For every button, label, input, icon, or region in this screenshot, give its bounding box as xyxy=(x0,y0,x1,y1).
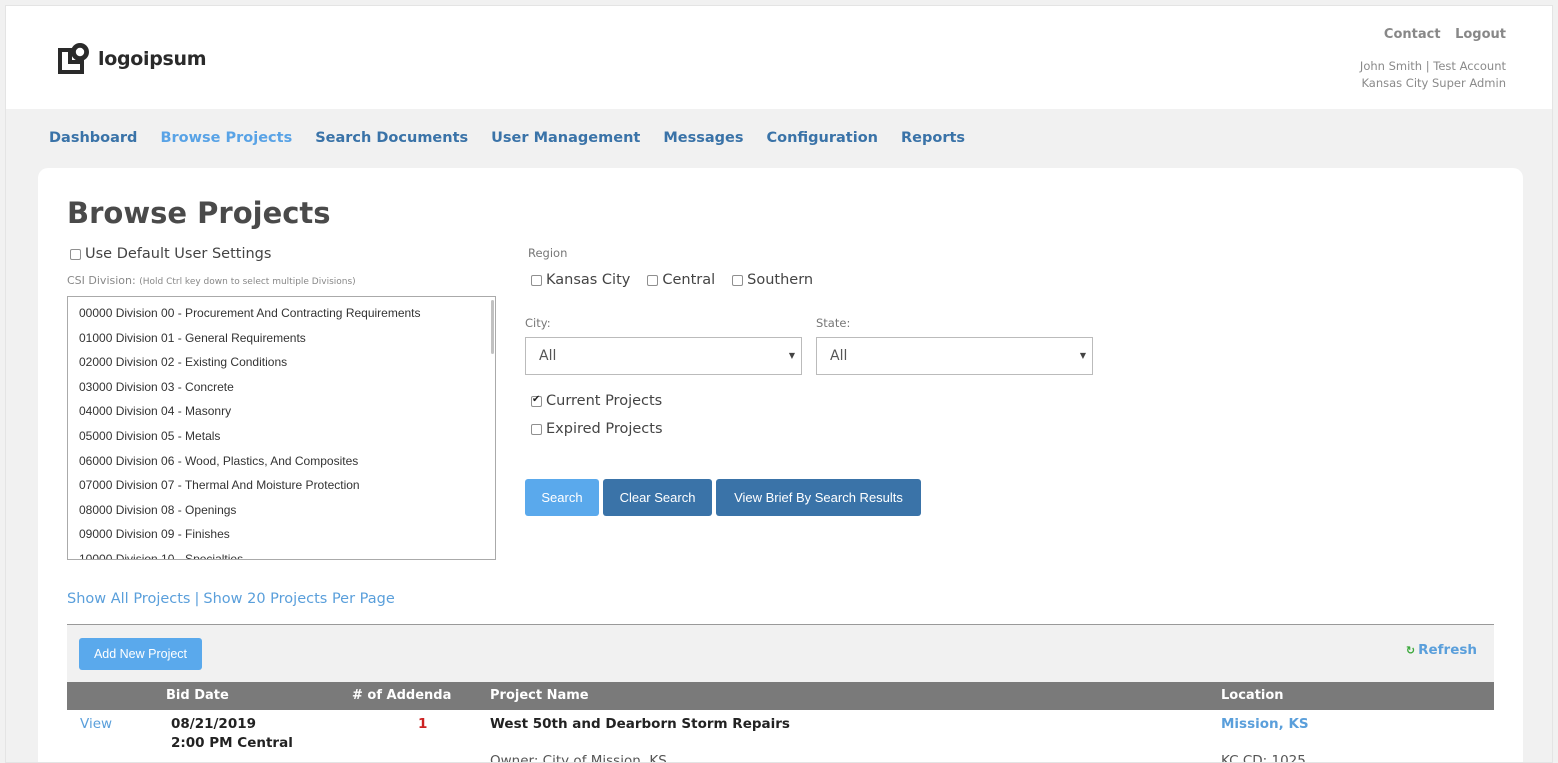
chevron-down-icon: ▼ xyxy=(1079,351,1086,360)
nav-search-documents[interactable]: Search Documents xyxy=(315,130,468,146)
current-projects-label: Current Projects xyxy=(546,393,663,409)
show-all-projects-link[interactable]: Show All Projects xyxy=(67,591,190,607)
region-kansas-city-checkbox[interactable] xyxy=(531,274,542,286)
kc-id: KC CD: 1025 xyxy=(1221,753,1306,763)
csi-option[interactable]: 09000 Division 09 - Finishes xyxy=(68,522,495,547)
region-southern[interactable]: Southern xyxy=(732,272,813,288)
csi-option[interactable]: 08000 Division 08 - Openings xyxy=(68,498,495,523)
csi-option[interactable]: 10000 Division 10 - Specialties xyxy=(68,547,495,559)
csi-option[interactable]: 06000 Division 06 - Wood, Plastics, And … xyxy=(68,449,495,474)
project-name[interactable]: West 50th and Dearborn Storm Repairs xyxy=(490,716,790,732)
pagination-links: Show All Projects | Show 20 Projects Per P… xyxy=(67,591,395,607)
current-projects-option[interactable]: Current Projects xyxy=(531,393,662,409)
page-title: Browse Projects xyxy=(67,196,331,230)
csi-option[interactable]: 00000 Division 00 - Procurement And Cont… xyxy=(68,301,495,326)
default-settings-checkbox[interactable] xyxy=(70,248,81,260)
region-central-checkbox[interactable] xyxy=(647,274,659,286)
region-label: Region xyxy=(528,246,568,260)
link-separator: | xyxy=(194,591,200,607)
results-area: Add New Project ↻ Refresh Bid Date # of A… xyxy=(67,624,1494,763)
csi-option[interactable]: 01000 Division 01 - General Requirements xyxy=(68,326,495,351)
column-location[interactable]: Location xyxy=(1221,688,1284,703)
nav-messages[interactable]: Messages xyxy=(663,130,743,146)
bid-time: 2:00 PM Central xyxy=(171,735,293,751)
region-southern-checkbox[interactable] xyxy=(732,274,744,286)
table-row: View 08/21/2019 2:00 PM Central 1 West 5… xyxy=(67,710,1494,763)
column-bid-date[interactable]: Bid Date xyxy=(166,688,229,703)
city-select[interactable]: All ▼ xyxy=(525,337,802,375)
state-select-value: All xyxy=(830,348,848,364)
column-addenda[interactable]: # of Addenda xyxy=(352,688,451,703)
top-links: Contact Logout xyxy=(1374,27,1506,42)
top-header: logoipsum Contact Logout John Smith | Te… xyxy=(6,6,1552,109)
app-window: logoipsum Contact Logout John Smith | Te… xyxy=(5,5,1553,763)
bid-date: 08/21/2019 xyxy=(171,716,257,732)
default-settings-option[interactable]: Use Default User Settings xyxy=(70,246,271,262)
csi-option[interactable]: 02000 Division 02 - Existing Conditions xyxy=(68,350,495,375)
current-projects-checkbox[interactable] xyxy=(531,394,542,407)
user-role-line: Kansas City Super Admin xyxy=(1361,76,1506,90)
user-name-line: John Smith | Test Account xyxy=(1359,59,1506,73)
refresh-button[interactable]: ↻ Refresh xyxy=(1406,642,1477,658)
csi-hint: (Hold Ctrl key down to select multiple D… xyxy=(139,277,356,287)
logo-text: logoipsum xyxy=(98,48,207,70)
region-options: Kansas City Central Southern xyxy=(531,272,830,288)
csi-division-label: CSI Division: (Hold Ctrl key down to sel… xyxy=(67,274,356,287)
chevron-down-icon: ▼ xyxy=(788,351,795,360)
refresh-label: Refresh xyxy=(1418,642,1477,658)
column-project-name[interactable]: Project Name xyxy=(490,688,589,703)
location-link[interactable]: Mission, KS xyxy=(1221,716,1309,732)
content-panel: Browse Projects Use Default User Setting… xyxy=(38,168,1523,763)
csi-option[interactable]: 03000 Division 03 - Concrete xyxy=(68,375,495,400)
expired-projects-checkbox[interactable] xyxy=(531,423,542,435)
csi-option[interactable]: 05000 Division 05 - Metals xyxy=(68,424,495,449)
refresh-icon: ↻ xyxy=(1405,644,1416,657)
city-select-value: All xyxy=(539,348,557,364)
view-brief-button[interactable]: View Brief By Search Results xyxy=(716,479,921,516)
csi-option[interactable]: 04000 Division 04 - Masonry xyxy=(68,399,495,424)
region-central[interactable]: Central xyxy=(647,272,715,288)
default-settings-label: Use Default User Settings xyxy=(85,246,272,262)
addenda-count: 1 xyxy=(418,716,428,732)
region-kansas-city[interactable]: Kansas City xyxy=(531,272,630,288)
table-header: Bid Date # of Addenda Project Name Locat… xyxy=(67,682,1494,710)
csi-option[interactable]: 07000 Division 07 - Thermal And Moisture… xyxy=(68,473,495,498)
nav-reports[interactable]: Reports xyxy=(901,130,965,146)
contact-link[interactable]: Contact xyxy=(1384,27,1441,42)
add-new-project-button[interactable]: Add New Project xyxy=(79,638,202,670)
region-kansas-city-label: Kansas City xyxy=(546,272,631,288)
csi-scrollbar[interactable] xyxy=(491,300,494,354)
expired-projects-option[interactable]: Expired Projects xyxy=(531,421,663,437)
state-select[interactable]: All ▼ xyxy=(816,337,1093,375)
logo-icon xyxy=(56,42,92,76)
nav-configuration[interactable]: Configuration xyxy=(766,130,878,146)
csi-division-listbox[interactable]: 00000 Division 00 - Procurement And Cont… xyxy=(67,296,496,560)
city-label: City: xyxy=(525,316,551,330)
nav-dashboard[interactable]: Dashboard xyxy=(49,130,137,146)
project-owner: Owner: City of Mission, KS xyxy=(490,753,667,763)
search-button[interactable]: Search xyxy=(525,479,599,516)
logo[interactable]: logoipsum xyxy=(56,42,207,76)
csi-label-text: CSI Division: xyxy=(67,274,136,287)
nav-user-management[interactable]: User Management xyxy=(491,130,640,146)
main-nav: Dashboard Browse Projects Search Documen… xyxy=(49,130,988,146)
region-southern-label: Southern xyxy=(747,272,814,288)
state-label: State: xyxy=(816,316,851,330)
view-link[interactable]: View xyxy=(80,716,112,732)
expired-projects-label: Expired Projects xyxy=(546,421,663,437)
show-per-page-link[interactable]: Show 20 Projects Per Page xyxy=(203,591,394,607)
region-central-label: Central xyxy=(662,272,716,288)
nav-browse-projects[interactable]: Browse Projects xyxy=(160,130,292,146)
clear-search-button[interactable]: Clear Search xyxy=(603,479,712,516)
user-info: John Smith | Test Account Kansas City Su… xyxy=(1360,58,1506,92)
logout-link[interactable]: Logout xyxy=(1455,27,1506,42)
